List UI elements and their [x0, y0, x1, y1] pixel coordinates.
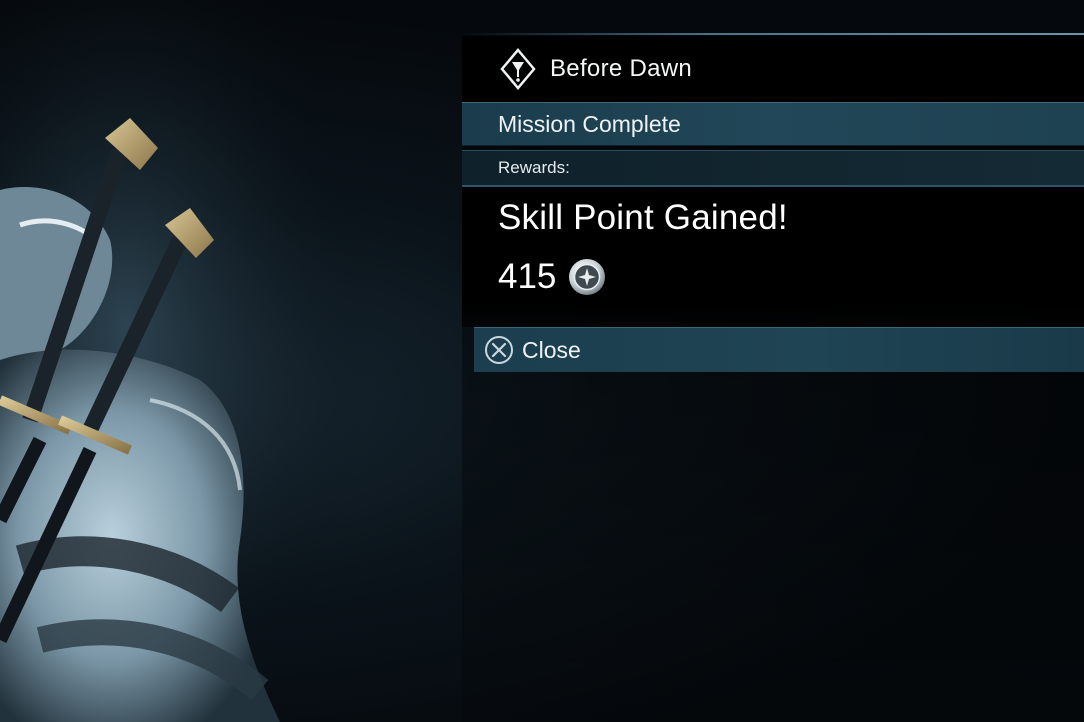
character-illustration	[0, 0, 420, 722]
mission-title: Before Dawn	[550, 55, 693, 82]
close-button[interactable]: Close	[474, 327, 1084, 372]
rewards-header: Rewards:	[462, 150, 1084, 187]
mission-header: Before Dawn	[462, 36, 1084, 102]
mission-complete-panel: Before Dawn Mission Complete Rewards: Sk…	[462, 33, 1084, 372]
rewards-label: Rewards:	[498, 158, 570, 177]
reward-title-row: Skill Point Gained!	[462, 187, 1084, 249]
mirian-emblem-icon	[569, 259, 606, 295]
panel-spacer	[462, 305, 1084, 327]
reward-title: Skill Point Gained!	[498, 198, 788, 237]
points-value: 415	[498, 257, 557, 296]
mission-status-bar: Mission Complete	[462, 102, 1084, 146]
panel-top-border	[462, 33, 1084, 35]
close-button-label: Close	[522, 336, 581, 363]
mission-diamond-icon	[500, 48, 536, 90]
mission-status-label: Mission Complete	[498, 110, 681, 137]
reward-points-row: 415	[462, 249, 1084, 305]
game-screen: Before Dawn Mission Complete Rewards: Sk…	[0, 0, 1084, 722]
cross-button-icon	[485, 336, 513, 364]
